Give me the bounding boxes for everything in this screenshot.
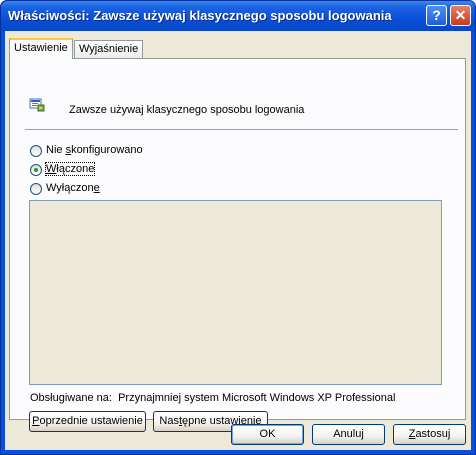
ok-button[interactable]: OK xyxy=(231,424,304,445)
policy-name: Zawsze używaj klasycznego sposobu logowa… xyxy=(69,104,305,116)
radio-label-not-configured[interactable]: Nie skonfigurowano xyxy=(46,144,143,156)
radio-selected-dot xyxy=(34,168,38,172)
setting-tab-panel: Zawsze używaj klasycznego sposobu logowa… xyxy=(9,58,466,432)
supported-value: Przynajmniej system Microsoft Windows XP… xyxy=(118,392,396,404)
cancel-button[interactable]: Anuluj xyxy=(312,424,385,445)
radio-label-disabled[interactable]: Wyłączone xyxy=(46,182,100,194)
policy-setting-icon xyxy=(29,98,45,112)
tab-ustawienie[interactable]: Ustawienie xyxy=(9,38,73,59)
supported-on: Obsługiwane na: Przynajmniej system Micr… xyxy=(30,392,395,404)
radio-enabled[interactable] xyxy=(30,164,42,176)
radio-not-configured[interactable] xyxy=(30,145,42,157)
tab-wyjasnienie[interactable]: Wyjaśnienie xyxy=(74,40,144,59)
radio-label-enabled[interactable]: Włączone xyxy=(44,162,96,176)
previous-setting-button[interactable]: Poprzednie ustawienie xyxy=(29,411,146,432)
tab-label: Wyjaśnienie xyxy=(79,43,139,55)
supported-label: Obsługiwane na: xyxy=(30,392,112,404)
divider xyxy=(25,129,458,130)
help-button[interactable]: ? xyxy=(426,5,447,26)
title-bar[interactable]: Właściwości: Zawsze używaj klasycznego s… xyxy=(1,1,475,31)
radio-disabled[interactable] xyxy=(30,183,42,195)
dialog-client-area: Ustawienie Wyjaśnienie Zawsze używaj kla… xyxy=(5,31,471,450)
apply-button[interactable]: Zastosuj xyxy=(393,424,466,445)
close-button[interactable]: ✕ xyxy=(450,5,471,26)
window-title: Właściwości: Zawsze używaj klasycznego s… xyxy=(8,8,392,23)
options-area xyxy=(29,200,442,385)
properties-dialog: Właściwości: Zawsze używaj klasycznego s… xyxy=(0,0,476,455)
tab-label: Ustawienie xyxy=(14,42,68,54)
